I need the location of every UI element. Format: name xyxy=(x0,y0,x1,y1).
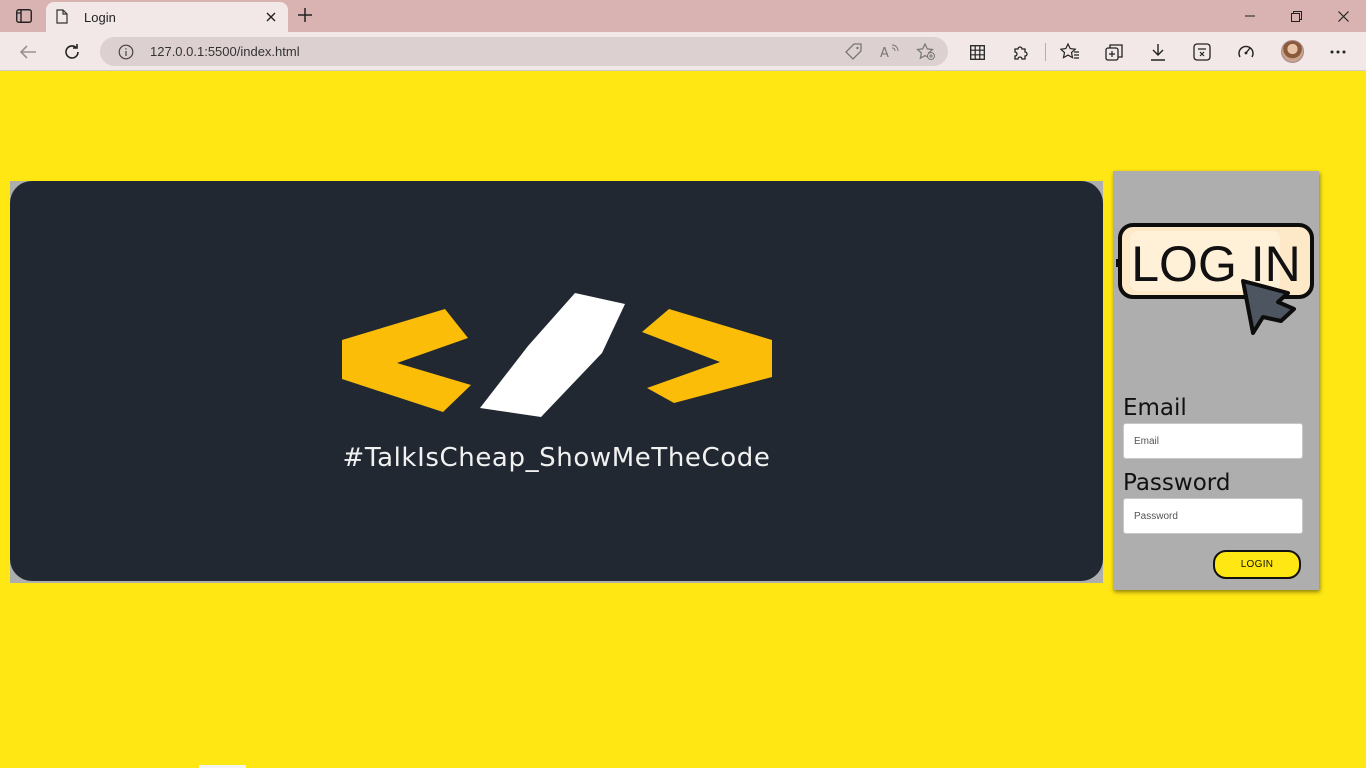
apps-grid-icon[interactable] xyxy=(966,41,988,63)
download-icon[interactable] xyxy=(1147,41,1169,63)
read-aloud-icon[interactable]: A xyxy=(880,43,900,61)
login-art-text: LOG IN xyxy=(1131,236,1300,292)
restore-icon[interactable] xyxy=(1282,4,1310,28)
extensions-icon[interactable] xyxy=(1010,41,1032,63)
browser-tab[interactable]: Login xyxy=(46,2,288,32)
refresh-icon[interactable] xyxy=(59,39,85,65)
hero-tagline: #TalkIsCheap_ShowMeTheCode xyxy=(342,443,771,473)
tag-icon[interactable] xyxy=(844,43,864,61)
profile-avatar[interactable] xyxy=(1281,40,1304,63)
minimize-icon[interactable] xyxy=(1236,4,1264,28)
login-button[interactable]: LOGIN xyxy=(1213,550,1301,579)
code-brackets-logo xyxy=(342,293,772,417)
tab-actions-icon[interactable] xyxy=(12,6,36,26)
document-icon xyxy=(56,9,70,25)
toolbar-divider xyxy=(1045,43,1046,61)
add-favorite-icon[interactable] xyxy=(916,43,936,61)
svg-text:A: A xyxy=(880,46,889,60)
email-label: Email xyxy=(1123,395,1187,421)
more-options-icon[interactable] xyxy=(1327,41,1349,63)
back-icon[interactable] xyxy=(15,39,41,65)
close-window-icon[interactable] xyxy=(1329,4,1357,28)
url-text[interactable]: 127.0.0.1:5500/index.html xyxy=(150,44,300,59)
hero-banner-panel: #TalkIsCheap_ShowMeTheCode xyxy=(10,181,1103,581)
email-field[interactable] xyxy=(1123,423,1303,459)
password-label: Password xyxy=(1123,470,1231,496)
browser-toolbar: 127.0.0.1:5500/index.html A xyxy=(0,32,1366,71)
browser-titlebar: Login xyxy=(0,0,1366,32)
password-field[interactable] xyxy=(1123,498,1303,534)
performance-icon[interactable] xyxy=(1235,41,1257,63)
hero-banner: #TalkIsCheap_ShowMeTheCode xyxy=(10,181,1103,583)
login-cursor-illustration: LOG IN xyxy=(1116,223,1314,335)
login-card: LOG IN Email Password LOGIN xyxy=(1113,171,1319,590)
collections-icon[interactable] xyxy=(1103,41,1125,63)
site-info-icon[interactable] xyxy=(118,44,134,60)
close-tab-icon[interactable] xyxy=(264,10,278,24)
tab-title: Login xyxy=(84,9,116,25)
math-solver-icon[interactable] xyxy=(1191,41,1213,63)
favorites-icon[interactable] xyxy=(1059,41,1081,63)
address-bar[interactable]: 127.0.0.1:5500/index.html A xyxy=(100,37,948,66)
new-tab-icon[interactable] xyxy=(294,4,316,26)
